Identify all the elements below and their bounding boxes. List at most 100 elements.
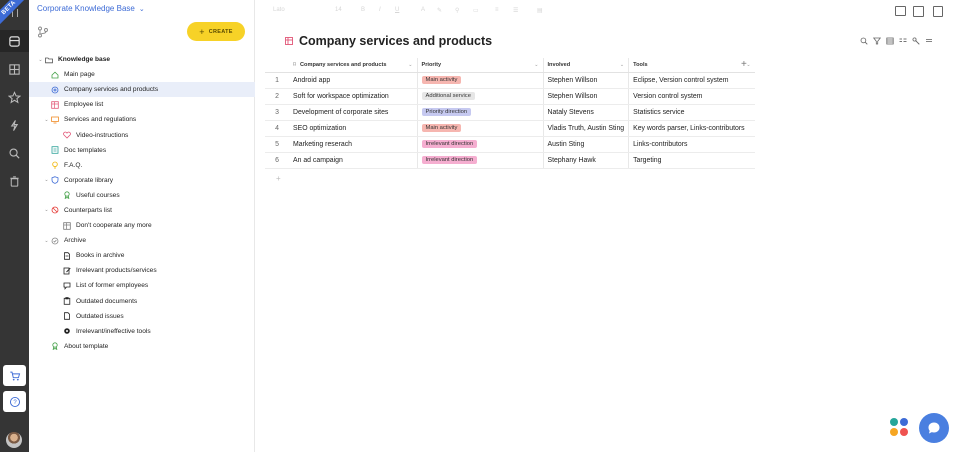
cell-tools[interactable]: Statistics service xyxy=(628,104,755,121)
cell-name[interactable]: Android app xyxy=(289,72,418,89)
comment-icon[interactable]: ▭ xyxy=(473,7,479,14)
filter-icon[interactable] xyxy=(873,37,881,45)
cell-name[interactable]: An ad campaign xyxy=(289,152,418,169)
list-icon[interactable]: ☰ xyxy=(513,7,518,14)
sidebar-item[interactable]: Outdated issues xyxy=(29,309,255,324)
menu-lines-icon[interactable] xyxy=(925,37,933,45)
sidebar-item[interactable]: Company services and products xyxy=(29,82,255,98)
column-header[interactable]: Tools ⌄ xyxy=(628,58,755,73)
shield-icon xyxy=(50,176,59,185)
cell-involved[interactable]: Stephany Hawk xyxy=(543,152,630,169)
rail-activity-button[interactable] xyxy=(0,114,29,136)
highlight-icon[interactable]: ✎ xyxy=(437,7,442,14)
search-icon[interactable] xyxy=(860,37,868,45)
font-size-select[interactable]: 14 xyxy=(335,7,342,13)
sidebar-item[interactable]: ⌄ Services and regulations xyxy=(29,112,255,127)
cell-tools[interactable]: Targeting xyxy=(628,152,755,169)
apps-launcher-icon[interactable] xyxy=(890,418,912,440)
sidebar-item[interactable]: Irrelevant/ineffective tools xyxy=(29,324,255,339)
cell-tools[interactable]: Key words parser, Links-contributors xyxy=(628,120,755,137)
cell-name[interactable]: Development of corporate sites xyxy=(289,104,418,121)
expand-caret-icon[interactable]: ⌄ xyxy=(43,177,50,183)
sidebar-item[interactable]: About template xyxy=(29,339,255,354)
row-number: 2 xyxy=(265,88,289,105)
board-view-icon[interactable] xyxy=(899,37,907,45)
export-icon[interactable] xyxy=(933,6,943,17)
column-header[interactable]: Priority ⌄ xyxy=(417,58,544,73)
sidebar-item[interactable]: F.A.Q. xyxy=(29,158,255,173)
table-row[interactable]: 6 An ad campaign Irrelevant direction Steph… xyxy=(265,152,755,169)
lightning-icon xyxy=(10,119,19,131)
sidebar-item[interactable]: List of former employees xyxy=(29,278,255,293)
branch-icon[interactable] xyxy=(37,26,49,38)
text-color-icon[interactable]: A xyxy=(421,7,425,13)
align-icon[interactable]: ≡ xyxy=(495,7,499,13)
column-header[interactable]: Involved ⌄ xyxy=(543,58,630,73)
expand-caret-icon[interactable]: ⌄ xyxy=(43,238,50,244)
table-row[interactable]: 4 SEO optimization Main activity Vladis Tru… xyxy=(265,120,755,137)
cell-priority[interactable]: Irrelevant direction xyxy=(417,152,544,169)
expand-caret-icon[interactable]: ⌄ xyxy=(43,117,50,123)
cell-involved[interactable]: Vladis Truth, Austin Sting xyxy=(543,120,630,137)
rail-search-button[interactable] xyxy=(0,142,29,164)
cell-priority[interactable]: Main activity xyxy=(417,72,544,89)
cell-involved[interactable]: Nataly Stevens xyxy=(543,104,630,121)
rail-store-button[interactable] xyxy=(3,365,26,386)
sidebar-item[interactable]: Books in archive xyxy=(29,248,255,263)
bold-icon[interactable]: B xyxy=(361,7,365,13)
print-icon[interactable] xyxy=(895,6,906,16)
table-row[interactable]: 1 Android app Main activity Stephen Willson… xyxy=(265,72,755,89)
column-header[interactable]: ⌑ Company services and products ⌄ xyxy=(289,58,418,73)
font-family-select[interactable]: Lato xyxy=(273,7,285,13)
cell-priority[interactable]: Priority direction xyxy=(417,104,544,121)
sidebar-item[interactable]: ⌄ Counterparts list xyxy=(29,203,255,218)
sidebar-item[interactable]: ⌄ Knowledge base xyxy=(29,52,255,67)
cell-priority[interactable]: Main activity xyxy=(417,120,544,137)
sidebar-item[interactable]: Main page xyxy=(29,67,255,82)
link-icon[interactable]: ⚲ xyxy=(455,7,459,14)
chat-button[interactable] xyxy=(919,413,949,443)
cell-tools[interactable]: Eclipse, Version control system xyxy=(628,72,755,89)
cell-name[interactable]: Soft for workspace optimization xyxy=(289,88,418,105)
cell-involved[interactable]: Stephen Willson xyxy=(543,72,630,89)
cell-involved[interactable]: Austin Sting xyxy=(543,136,630,153)
rail-grid-button[interactable] xyxy=(0,58,29,80)
cell-priority[interactable]: Irrelevant direction xyxy=(417,136,544,153)
calendar-icon[interactable] xyxy=(913,6,924,17)
sidebar-item[interactable]: ⌄ Archive xyxy=(29,233,255,248)
sidebar-item[interactable]: Outdated documents xyxy=(29,294,255,309)
expand-caret-icon[interactable]: ⌄ xyxy=(43,207,50,213)
sidebar-item[interactable]: Doc templates xyxy=(29,143,255,158)
bookmark-icon: ⌑ xyxy=(293,61,297,68)
add-column-button[interactable]: + xyxy=(741,59,747,70)
rail-trash-button[interactable] xyxy=(0,170,29,192)
wrench-icon[interactable] xyxy=(912,37,920,45)
cell-name[interactable]: SEO optimization xyxy=(289,120,418,137)
table-view-icon[interactable] xyxy=(886,37,894,45)
italic-icon[interactable]: I xyxy=(379,7,381,13)
rail-favorites-button[interactable] xyxy=(0,86,29,108)
sidebar-item[interactable]: Irrelevant products/services xyxy=(29,263,255,278)
cell-name[interactable]: Marketing reserach xyxy=(289,136,418,153)
sidebar-item[interactable]: Employee list xyxy=(29,97,255,112)
add-row-button[interactable]: + xyxy=(276,174,281,183)
cell-tools[interactable]: Links-contributors xyxy=(628,136,755,153)
table-row[interactable]: 5 Marketing reserach Irrelevant direction A… xyxy=(265,136,755,153)
sidebar-item[interactable]: ⌄ Corporate library xyxy=(29,173,255,188)
table-row[interactable]: 3 Development of corporate sites Priority … xyxy=(265,104,755,121)
cell-priority[interactable]: Additional service xyxy=(417,88,544,105)
sidebar-item[interactable]: Video-instructions xyxy=(29,127,255,142)
expand-caret-icon[interactable]: ⌄ xyxy=(37,57,44,63)
workspace-selector[interactable]: Corporate Knowledge Base ⌄ xyxy=(37,4,145,13)
cell-tools[interactable]: Version control system xyxy=(628,88,755,105)
create-button[interactable]: + CREATE xyxy=(187,22,245,41)
rail-help-button[interactable]: ? xyxy=(3,391,26,412)
more-format-icon[interactable]: ▤ xyxy=(537,7,543,14)
underline-icon[interactable]: U xyxy=(395,7,399,13)
table-row[interactable]: 2 Soft for workspace optimization Addition… xyxy=(265,88,755,105)
sidebar-item[interactable]: Useful courses xyxy=(29,188,255,203)
avatar[interactable] xyxy=(6,432,22,448)
rail-database-button[interactable] xyxy=(0,30,29,52)
sidebar-item[interactable]: Don't cooperate any more xyxy=(29,218,255,233)
cell-involved[interactable]: Stephen Willson xyxy=(543,88,630,105)
